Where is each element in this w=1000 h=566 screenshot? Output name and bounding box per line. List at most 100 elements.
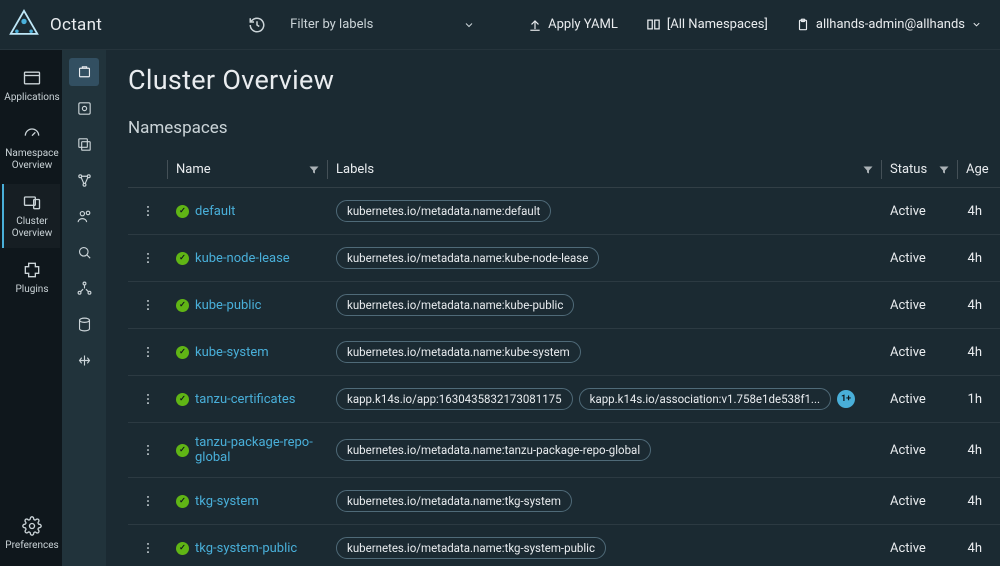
status-cell: Active: [882, 376, 958, 423]
namespaces-table: Name Labels Status: [128, 152, 1000, 566]
namespace-link[interactable]: kube-public: [195, 298, 261, 313]
age-cell: 4h: [958, 525, 1000, 566]
row-actions-button[interactable]: [136, 345, 160, 359]
nav-plugins[interactable]: Plugins: [2, 252, 60, 304]
status-ok-icon: [176, 205, 189, 218]
row-actions-button[interactable]: [136, 251, 160, 265]
age-cell: 4h: [958, 235, 1000, 282]
row-actions-button[interactable]: [136, 298, 160, 312]
secondary-nav: [62, 50, 106, 566]
nav2-crds[interactable]: [69, 94, 99, 122]
status-ok-icon: [176, 495, 189, 508]
app-header: Octant Filter by labels Apply YAML [All …: [0, 0, 1000, 50]
nav-cluster-overview[interactable]: Cluster Overview: [2, 184, 60, 248]
label-chip[interactable]: kubernetes.io/metadata.name:tkg-system: [336, 490, 572, 512]
label-chip[interactable]: kubernetes.io/metadata.name:default: [336, 200, 551, 222]
gauge-icon: [22, 124, 42, 144]
status-ok-icon: [176, 252, 189, 265]
filter-label: Filter by labels: [290, 17, 373, 32]
namespace-link[interactable]: tkg-system-public: [195, 541, 297, 556]
table-row: tkg-system-public kubernetes.io/metadata.…: [128, 525, 1000, 566]
age-cell: 4h: [958, 478, 1000, 525]
filter-icon[interactable]: [862, 164, 874, 176]
apply-yaml-button[interactable]: Apply YAML: [522, 13, 624, 36]
section-title: Namespaces: [128, 118, 1000, 138]
label-chip[interactable]: kubernetes.io/metadata.name:kube-system: [336, 341, 581, 363]
namespace-link[interactable]: default: [195, 204, 235, 219]
table-row: default kubernetes.io/metadata.name:defau…: [128, 188, 1000, 235]
table-row: tanzu-package-repo-global kubernetes.io/m…: [128, 423, 1000, 478]
namespace-link[interactable]: tanzu-certificates: [195, 392, 295, 407]
row-actions-button[interactable]: [136, 204, 160, 218]
namespace-icon: [646, 17, 661, 32]
row-actions-button[interactable]: [136, 541, 160, 555]
upload-icon: [528, 18, 542, 32]
page-title: Cluster Overview: [128, 64, 1000, 96]
row-actions-button[interactable]: [136, 443, 160, 457]
context-selector[interactable]: allhands-admin@allhands: [790, 13, 988, 36]
octant-logo-icon: [8, 9, 40, 41]
chevron-down-icon: [971, 19, 982, 30]
namespace-link[interactable]: kube-system: [195, 345, 269, 360]
table-row: tanzu-certificates kapp.k14s.io/app:16304…: [128, 376, 1000, 423]
brand: Octant: [8, 9, 102, 41]
namespace-link[interactable]: kube-node-lease: [195, 251, 290, 266]
status-cell: Active: [882, 282, 958, 329]
label-chip[interactable]: kubernetes.io/metadata.name:kube-public: [336, 294, 574, 316]
status-ok-icon: [176, 393, 189, 406]
namespace-link[interactable]: tkg-system: [195, 494, 259, 509]
row-actions-button[interactable]: [136, 392, 160, 406]
filter-by-labels-dropdown[interactable]: Filter by labels: [286, 13, 479, 36]
filter-icon[interactable]: [308, 164, 320, 176]
row-actions-button[interactable]: [136, 494, 160, 508]
more-labels-badge[interactable]: 1+: [837, 390, 855, 408]
table-row: kube-system kubernetes.io/metadata.name:k…: [128, 329, 1000, 376]
gear-icon: [22, 516, 42, 536]
main-content: Cluster Overview Namespaces Name: [106, 50, 1000, 566]
devices-icon: [22, 192, 42, 212]
label-chip[interactable]: kubernetes.io/metadata.name:kube-node-le…: [336, 247, 599, 269]
label-chip[interactable]: kubernetes.io/metadata.name:tkg-system-p…: [336, 537, 606, 559]
col-age[interactable]: Age: [958, 152, 1000, 188]
col-labels[interactable]: Labels: [328, 152, 882, 188]
nav2-storage[interactable]: [69, 310, 99, 338]
age-cell: 4h: [958, 329, 1000, 376]
nav2-rbac[interactable]: [69, 202, 99, 230]
age-cell: 4h: [958, 188, 1000, 235]
nav2-nodes[interactable]: [69, 274, 99, 302]
window-icon: [22, 68, 42, 88]
clipboard-icon: [796, 18, 810, 32]
col-status[interactable]: Status: [882, 152, 958, 188]
nav2-namespaces[interactable]: [69, 58, 99, 86]
label-chip[interactable]: kapp.k14s.io/app:1630435832173081175: [336, 388, 573, 410]
nav2-network[interactable]: [69, 166, 99, 194]
chevron-down-icon: [463, 19, 475, 31]
namespace-selector[interactable]: [All Namespaces]: [640, 13, 774, 36]
table-row: kube-public kubernetes.io/metadata.name:k…: [128, 282, 1000, 329]
nav-namespace-overview[interactable]: Namespace Overview: [2, 116, 60, 180]
history-button[interactable]: [244, 12, 270, 38]
plugin-icon: [22, 260, 42, 280]
nav2-copy[interactable]: [69, 130, 99, 158]
col-actions: [128, 152, 168, 188]
label-chip[interactable]: kapp.k14s.io/association:v1.758e1de538f1…: [579, 388, 831, 410]
status-cell: Active: [882, 478, 958, 525]
label-chip[interactable]: kubernetes.io/metadata.name:tanzu-packag…: [336, 439, 651, 461]
filter-icon[interactable]: [938, 164, 950, 176]
status-ok-icon: [176, 346, 189, 359]
status-ok-icon: [176, 299, 189, 312]
col-name[interactable]: Name: [168, 152, 328, 188]
age-cell: 4h: [958, 423, 1000, 478]
namespace-link[interactable]: tanzu-package-repo-global: [195, 435, 320, 465]
brand-label: Octant: [50, 15, 102, 35]
nav-applications[interactable]: Applications: [2, 60, 60, 112]
nav2-portforward[interactable]: [69, 346, 99, 374]
table-row: kube-node-lease kubernetes.io/metadata.na…: [128, 235, 1000, 282]
age-cell: 4h: [958, 282, 1000, 329]
nav2-search[interactable]: [69, 238, 99, 266]
primary-nav: Applications Namespace Overview Cluster …: [0, 50, 62, 566]
age-cell: 1h: [958, 376, 1000, 423]
table-row: tkg-system kubernetes.io/metadata.name:tk…: [128, 478, 1000, 525]
nav-preferences[interactable]: Preferences: [2, 508, 60, 560]
status-cell: Active: [882, 329, 958, 376]
